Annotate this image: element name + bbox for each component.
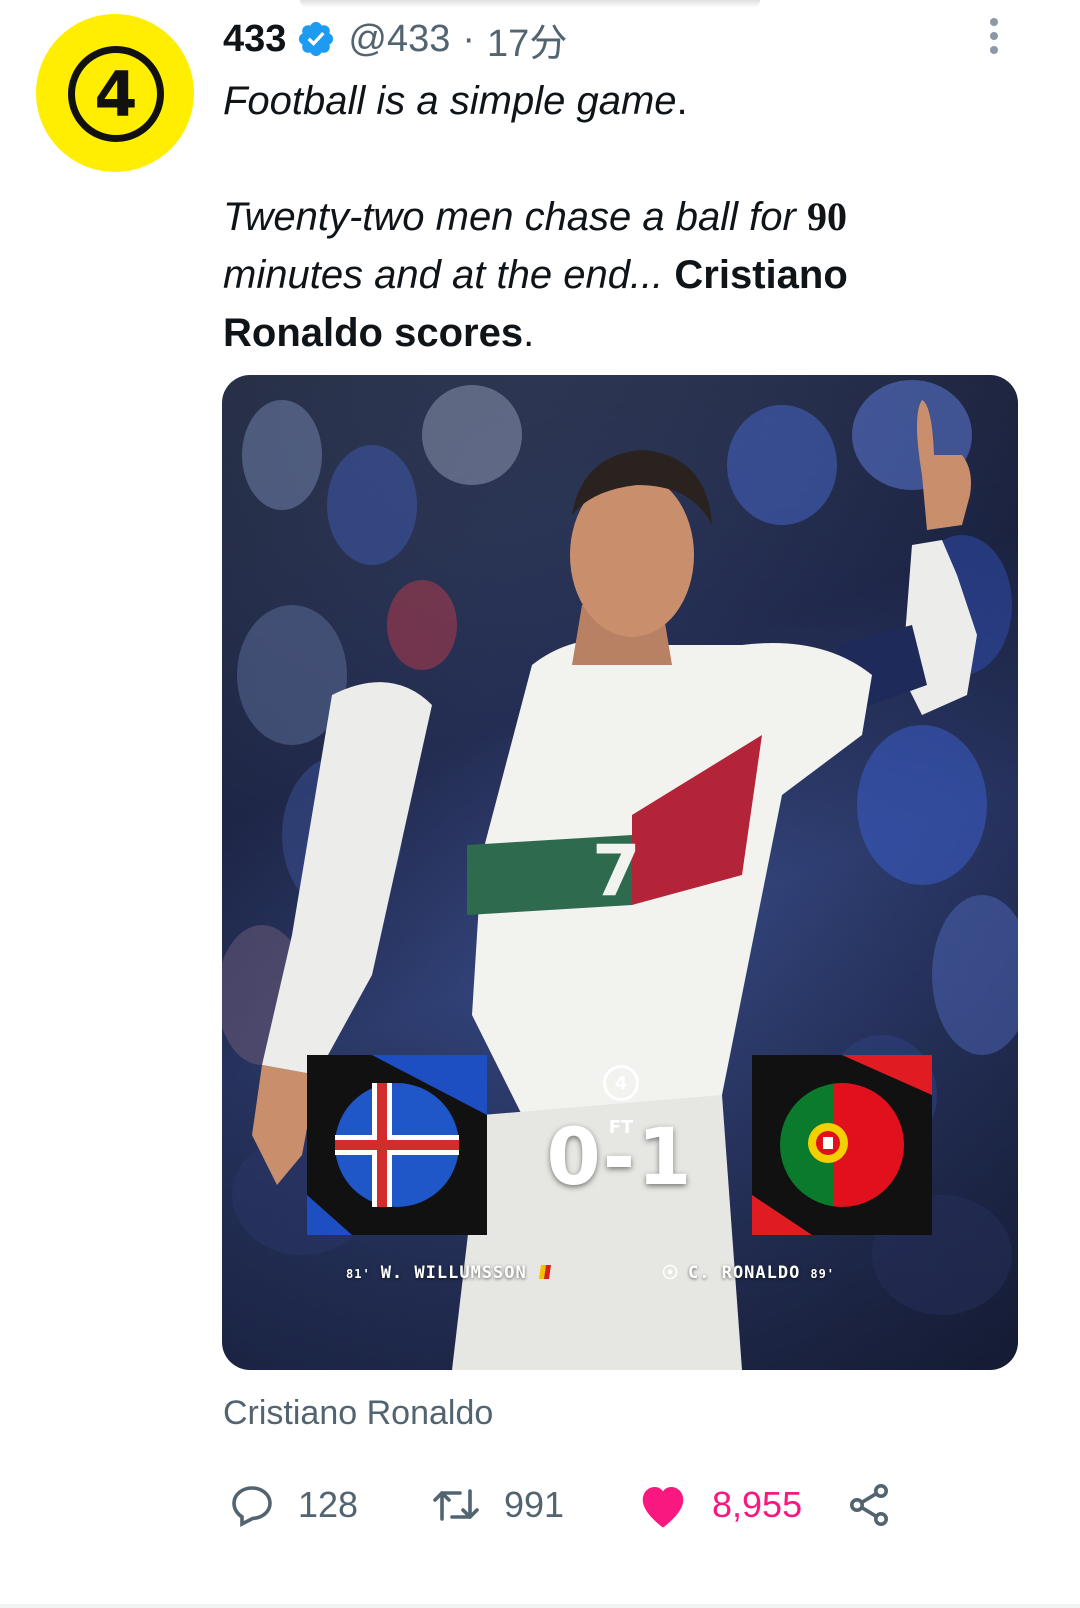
tweet-header: 433 @433 · 17分: [223, 12, 567, 67]
avatar-logo: 4: [68, 46, 164, 142]
reply-button[interactable]: 128: [228, 1470, 358, 1540]
tweet-line-3-bold: Cristiano: [674, 253, 848, 297]
reply-count: 128: [298, 1484, 359, 1525]
avatar-logo-label: 4: [94, 58, 138, 131]
away-scorer-name: C. RONALDO: [688, 1263, 801, 1283]
media-caption[interactable]: Cristiano Ronaldo: [223, 1394, 493, 1433]
retweet-count: 991: [504, 1484, 565, 1525]
tweet-line-4-bold: Ronaldo scores: [223, 311, 524, 355]
433-logo: 4: [603, 1065, 639, 1101]
top-shadow: [300, 0, 760, 8]
home-scorer: 81' W. WILLUMSSON: [346, 1263, 553, 1283]
away-scorer: C. RONALDO 89': [662, 1263, 835, 1283]
scoreboard-graphic: [307, 1055, 932, 1235]
home-scorer-name: W. WILLUMSSON: [380, 1263, 527, 1283]
reply-icon: [232, 1486, 272, 1527]
more-vertical-icon[interactable]: [978, 14, 1010, 58]
home-scorer-minute: 81': [346, 1267, 371, 1281]
tweet-media-image[interactable]: 7 4 FT 0-1 81' W. WILLUMSSON C. RONALDO …: [222, 375, 1018, 1370]
football-icon: [662, 1264, 678, 1280]
tweet-line-3: minutes and at the end...: [223, 253, 675, 297]
share-button[interactable]: [845, 1470, 893, 1540]
match-score: 0-1: [546, 1113, 694, 1203]
account-name[interactable]: 433: [223, 18, 286, 61]
timestamp[interactable]: 17分: [487, 12, 567, 67]
away-scorer-minute: 89': [810, 1267, 836, 1281]
verified-badge-icon: [299, 21, 334, 57]
share-icon: [850, 1484, 888, 1526]
retweet-button[interactable]: 991: [430, 1470, 564, 1540]
retweet-icon: [433, 1489, 479, 1521]
tweet-line-4-end: .: [523, 311, 535, 355]
account-handle[interactable]: @433: [348, 18, 450, 61]
separator-dot: ·: [462, 17, 476, 60]
tweet-number: 90: [806, 194, 847, 239]
like-button[interactable]: 8,955: [636, 1470, 802, 1540]
card-icon: [538, 1265, 551, 1279]
divider: [0, 1604, 1080, 1608]
iceland-flag-badge: [307, 1055, 487, 1235]
tweet-text: Football is a simple game. Twenty-two me…: [223, 72, 1003, 362]
tweet-line-1-end: .: [676, 79, 688, 123]
tweet-actions: 128 991 8,955: [0, 1470, 1080, 1540]
heart-icon: [642, 1487, 684, 1528]
tweet-line-2: Twenty-two men chase a ball for: [223, 195, 807, 239]
tweet-line-1: Football is a simple game: [223, 79, 677, 123]
avatar[interactable]: 4: [36, 14, 194, 172]
portugal-flag-badge: [752, 1055, 932, 1235]
like-count: 8,955: [712, 1484, 803, 1525]
